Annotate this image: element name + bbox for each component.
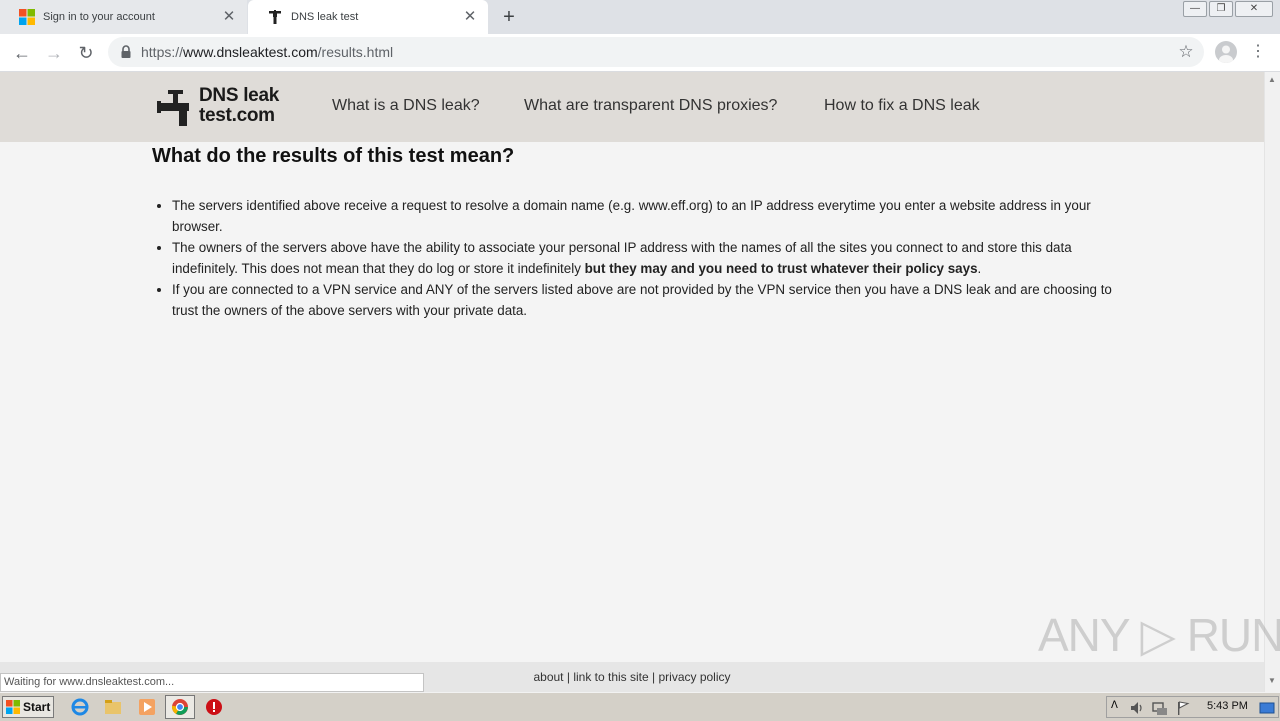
- url-scheme: https://: [141, 44, 184, 60]
- logo-text: DNS leak test.com: [199, 86, 279, 126]
- footer-separator: |: [648, 670, 659, 684]
- lock-icon: [121, 45, 131, 58]
- forward-button[interactable]: →: [42, 41, 66, 65]
- opera-icon[interactable]: [205, 698, 223, 716]
- media-player-icon[interactable]: [138, 698, 156, 716]
- start-button[interactable]: Start: [2, 696, 54, 718]
- browser-toolbar: ← → ↻ https://www.dnsleaktest.com/result…: [0, 34, 1280, 72]
- chrome-icon: [171, 699, 188, 715]
- profile-avatar-icon[interactable]: [1215, 41, 1237, 63]
- taskbar-clock[interactable]: 5:43 PM: [1207, 700, 1248, 712]
- page-heading: What do the results of this test mean?: [152, 145, 515, 167]
- footer-privacy-link[interactable]: privacy policy: [658, 670, 730, 684]
- scroll-down-arrow-icon[interactable]: ▼: [1268, 676, 1276, 685]
- logo-line-2: test.com: [199, 105, 275, 126]
- start-label: Start: [23, 700, 51, 714]
- list-item: The owners of the servers above have the…: [172, 237, 1132, 279]
- tab-dns-leak-test[interactable]: DNS leak test ✕: [248, 0, 488, 34]
- bookmark-star-icon[interactable]: ☆: [1176, 42, 1196, 62]
- close-window-button[interactable]: ✕: [1235, 1, 1273, 17]
- tab-close-icon[interactable]: ✕: [462, 9, 478, 25]
- browser-menu-icon[interactable]: ⋮: [1250, 41, 1266, 63]
- person-icon: [1219, 45, 1233, 63]
- vertical-scrollbar[interactable]: ▲ ▼: [1264, 72, 1280, 692]
- action-center-flag-icon[interactable]: [1175, 700, 1191, 716]
- nav-what-is-dns-leak[interactable]: What is a DNS leak?: [332, 97, 480, 115]
- site-header: DNS leak test.com What is a DNS leak? Wh…: [0, 72, 1264, 142]
- footer-separator: |: [563, 670, 574, 684]
- nav-transparent-dns-proxies[interactable]: What are transparent DNS proxies?: [524, 97, 777, 115]
- list-item: The servers identified above receive a r…: [172, 195, 1132, 237]
- faucet-logo-icon: [157, 90, 189, 126]
- list-item-emphasis: but they may and you need to trust whate…: [584, 261, 978, 276]
- url-text[interactable]: https://www.dnsleaktest.com/results.html: [141, 44, 393, 60]
- scroll-up-arrow-icon[interactable]: ▲: [1268, 75, 1276, 84]
- chrome-taskbar-button[interactable]: [165, 695, 195, 719]
- restore-button[interactable]: ❐: [1209, 1, 1233, 17]
- anyrun-watermark: ANY ▷ RUN: [1038, 609, 1280, 661]
- internet-explorer-icon[interactable]: [71, 698, 89, 716]
- list-item: If you are connected to a VPN service an…: [172, 279, 1132, 321]
- tab-strip: Sign in to your account ✕ DNS leak test …: [0, 0, 1280, 34]
- results-explanation-list: The servers identified above receive a r…: [152, 195, 1132, 321]
- footer-link-to-site[interactable]: link to this site: [573, 670, 648, 684]
- file-explorer-icon[interactable]: [104, 698, 122, 716]
- footer-about-link[interactable]: about: [533, 670, 563, 684]
- tab-sign-in[interactable]: Sign in to your account ✕: [0, 0, 247, 34]
- address-bar[interactable]: https://www.dnsleaktest.com/results.html…: [108, 37, 1204, 67]
- show-desktop-icon[interactable]: [1259, 700, 1275, 716]
- reload-button[interactable]: ↻: [74, 41, 98, 65]
- nav-how-to-fix[interactable]: How to fix a DNS leak: [824, 97, 980, 115]
- network-icon[interactable]: [1152, 700, 1168, 716]
- windows-logo-icon: [6, 700, 20, 714]
- microsoft-icon: [19, 9, 35, 25]
- tab-title: Sign in to your account: [43, 11, 155, 23]
- status-bubble: Waiting for www.dnsleaktest.com...: [0, 673, 424, 692]
- url-path: /results.html: [317, 44, 394, 60]
- windows-taskbar: Start ᐱ 5:43 PM: [0, 692, 1280, 721]
- back-button[interactable]: ←: [10, 41, 34, 65]
- faucet-icon: [269, 10, 281, 24]
- volume-icon[interactable]: [1129, 700, 1145, 716]
- new-tab-button[interactable]: +: [498, 6, 520, 28]
- logo-line-1: DNS leak: [199, 85, 279, 106]
- tray-expand-icon[interactable]: ᐱ: [1111, 700, 1118, 711]
- tab-title: DNS leak test: [291, 11, 359, 23]
- minimize-button[interactable]: —: [1183, 1, 1207, 17]
- tab-close-icon[interactable]: ✕: [221, 9, 237, 25]
- system-tray: ᐱ 5:43 PM: [1106, 696, 1279, 718]
- list-item-end: .: [977, 261, 982, 276]
- site-logo[interactable]: DNS leak test.com: [157, 86, 297, 130]
- url-host: www.dnsleaktest.com: [183, 44, 318, 60]
